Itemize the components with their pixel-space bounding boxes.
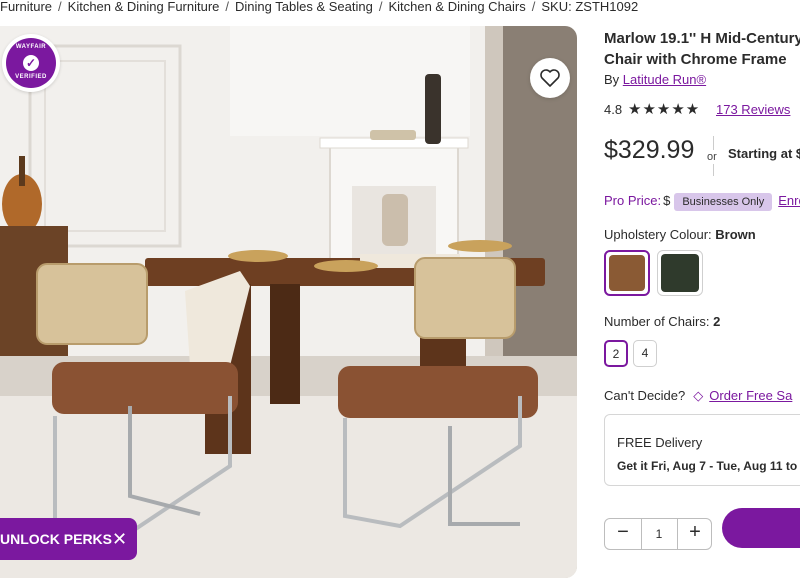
swatch-brown[interactable] <box>604 250 650 296</box>
number-of-chairs-label: Number of Chairs: 2 <box>604 314 720 329</box>
decrement-button[interactable]: − <box>613 521 633 544</box>
product-title: Marlow 19.1'' H Mid-Century Chair with C… <box>604 28 800 70</box>
unlock-perks-banner[interactable]: UNLOCK PERKS ✕ <box>0 518 137 560</box>
unlock-perks-label: UNLOCK PERKS <box>0 531 113 547</box>
product-title-line2: Chair with Chrome Frame <box>604 51 787 68</box>
close-icon[interactable]: ✕ <box>112 518 127 560</box>
cant-decide-text: Can't Decide? <box>604 388 686 403</box>
badge-text-top: WAYFAIR <box>15 44 47 50</box>
upholstery-value: Brown <box>715 227 756 242</box>
check-icon: ✓ <box>23 55 39 71</box>
wayfair-verified-badge: WAYFAIR ✓ VERIFIED <box>2 34 60 92</box>
upholstery-label-text: Upholstery Colour: <box>604 227 716 242</box>
reviews-link[interactable]: 173 Reviews <box>716 102 790 117</box>
quantity-value[interactable]: 1 <box>649 527 669 541</box>
breadcrumb-furniture[interactable]: Furniture <box>0 0 52 14</box>
pro-price-label: Pro Price: <box>604 193 662 208</box>
badge-text-bottom: VERIFIED <box>15 74 47 80</box>
swatch-brown-fill <box>609 255 645 291</box>
cant-decide-row: Can't Decide? ◇ Order Free Sa <box>604 388 792 404</box>
rating-row: 4.8 ★★★★★ 173 Reviews <box>604 101 790 119</box>
delivery-date: Get it Fri, Aug 7 - Tue, Aug 11 to <box>617 459 798 473</box>
stepper-divider <box>677 519 678 549</box>
product-photo <box>0 26 577 578</box>
badge-circle: WAYFAIR ✓ VERIFIED <box>6 38 56 88</box>
breadcrumb-kitchen-dining-furniture[interactable]: Kitchen & Dining Furniture <box>68 0 220 14</box>
increment-button[interactable]: + <box>685 521 705 544</box>
favorite-button[interactable] <box>530 58 570 98</box>
upholstery-colour-label: Upholstery Colour: Brown <box>604 227 756 242</box>
product-title-line1: Marlow 19.1'' H Mid-Century <box>604 30 800 47</box>
breadcrumb-separator: / <box>531 0 536 14</box>
chairs-option-4[interactable]: 4 <box>633 340 657 367</box>
price: $329.99 <box>604 136 695 164</box>
pro-price-row: Pro Price:$Businesses Only Enro <box>604 193 800 211</box>
breadcrumb-separator: / <box>58 0 62 14</box>
brand-link[interactable]: Latitude Run® <box>623 72 706 87</box>
breadcrumb-dining-tables-seating[interactable]: Dining Tables & Seating <box>235 0 373 14</box>
stepper-divider <box>641 519 642 549</box>
starting-at-price: Starting at $ <box>728 146 800 161</box>
brand-line: By Latitude Run® <box>604 72 706 87</box>
heart-icon <box>540 69 560 87</box>
breadcrumb-separator: / <box>378 0 383 14</box>
chairs-value: 2 <box>713 314 721 329</box>
rating-value: 4.8 <box>604 102 623 117</box>
pro-price-value: $ <box>663 193 671 208</box>
add-to-cart-button[interactable] <box>722 508 800 548</box>
swatch-green-fill <box>661 254 699 292</box>
by-prefix: By <box>604 72 623 87</box>
chairs-label-text: Number of Chairs: <box>604 314 714 329</box>
order-sample-link[interactable]: Order Free Sa <box>709 388 792 403</box>
breadcrumb: Furniture / Kitchen & Dining Furniture / Din… <box>0 0 800 16</box>
enroll-link[interactable]: Enro <box>778 193 800 208</box>
chairs-option-2[interactable]: 2 <box>604 340 628 367</box>
tag-icon: ◇ <box>693 388 704 403</box>
star-rating-icon: ★★★★★ <box>628 101 701 118</box>
delivery-title: FREE Delivery <box>617 435 703 450</box>
breadcrumb-sku: SKU: ZSTH1092 <box>541 0 639 14</box>
product-image-gallery[interactable]: WAYFAIR ✓ VERIFIED <box>0 26 577 578</box>
breadcrumb-kitchen-dining-chairs[interactable]: Kitchen & Dining Chairs <box>388 0 525 14</box>
breadcrumb-separator: / <box>225 0 230 14</box>
delivery-box: FREE Delivery Get it Fri, Aug 7 - Tue, A… <box>604 414 800 486</box>
quantity-stepper[interactable]: − 1 + <box>604 518 712 550</box>
or-label: or <box>707 150 717 164</box>
swatch-green[interactable] <box>657 250 703 296</box>
businesses-only-badge: Businesses Only <box>674 193 773 211</box>
